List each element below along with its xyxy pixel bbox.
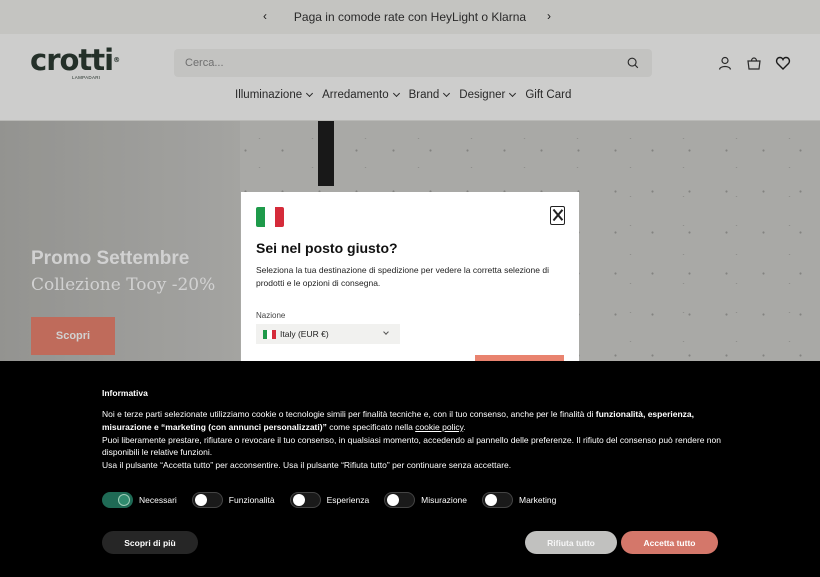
cookie-paragraph-1: Noi e terze parti selezionate utilizziam…	[102, 408, 722, 434]
toggle-marketing[interactable]: Marketing	[482, 492, 556, 508]
cookie-title: Informativa	[102, 388, 148, 398]
cookie-paragraph-3: Usa il pulsante “Accetta tutto” per acco…	[102, 460, 512, 471]
toggle-label: Necessari	[139, 495, 177, 505]
toggle-label: Misurazione	[421, 495, 467, 505]
cookie-text-part: .	[463, 421, 466, 432]
country-field-label: Nazione	[256, 311, 286, 320]
accept-all-button[interactable]: Accetta tutto	[621, 531, 718, 554]
cookie-text: Noi e terze parti selezionate utilizziam…	[102, 408, 722, 472]
cookie-text-part: come specificato nella	[326, 421, 416, 432]
italy-flag-icon	[256, 207, 284, 227]
close-icon[interactable]	[550, 206, 565, 225]
toggle-misurazione[interactable]: Misurazione	[384, 492, 467, 508]
toggle-esperienza[interactable]: Esperienza	[289, 492, 370, 508]
country-select-value: Italy (EUR €)	[280, 329, 329, 339]
toggle-switch[interactable]	[482, 492, 513, 508]
cookie-policy-link[interactable]: cookie policy	[415, 422, 463, 432]
toggle-switch[interactable]	[102, 492, 133, 508]
toggle-label: Funzionalità	[228, 495, 275, 505]
modal-description: Seleziona la tua destinazione di spedizi…	[256, 265, 549, 288]
cookie-paragraph-2: Puoi liberamente prestare, rifiutare o r…	[102, 434, 721, 458]
country-select[interactable]: Italy (EUR €)	[256, 324, 400, 344]
chevron-down-icon	[383, 329, 389, 335]
italy-flag-icon	[263, 329, 276, 339]
toggle-necessari[interactable]: Necessari	[102, 492, 177, 508]
toggle-label: Marketing	[519, 495, 557, 505]
toggle-switch[interactable]	[289, 492, 321, 508]
toggle-funzionalita[interactable]: Funzionalità	[191, 492, 275, 508]
cookie-text-part: Noi e terze parti selezionate utilizziam…	[102, 409, 596, 419]
learn-more-button[interactable]: Scopri di più	[102, 531, 198, 554]
modal-title: Sei nel posto giusto?	[256, 240, 398, 256]
toggle-label: Esperienza	[326, 495, 370, 505]
cookie-banner: Informativa Noi e terze parti selezionat…	[0, 361, 820, 577]
reject-all-button[interactable]: Rifiuta tutto	[525, 531, 617, 554]
consent-toggles: Necessari Funzionalità Esperienza Misura…	[102, 492, 571, 508]
toggle-switch[interactable]	[191, 492, 223, 508]
toggle-switch[interactable]	[384, 492, 416, 508]
